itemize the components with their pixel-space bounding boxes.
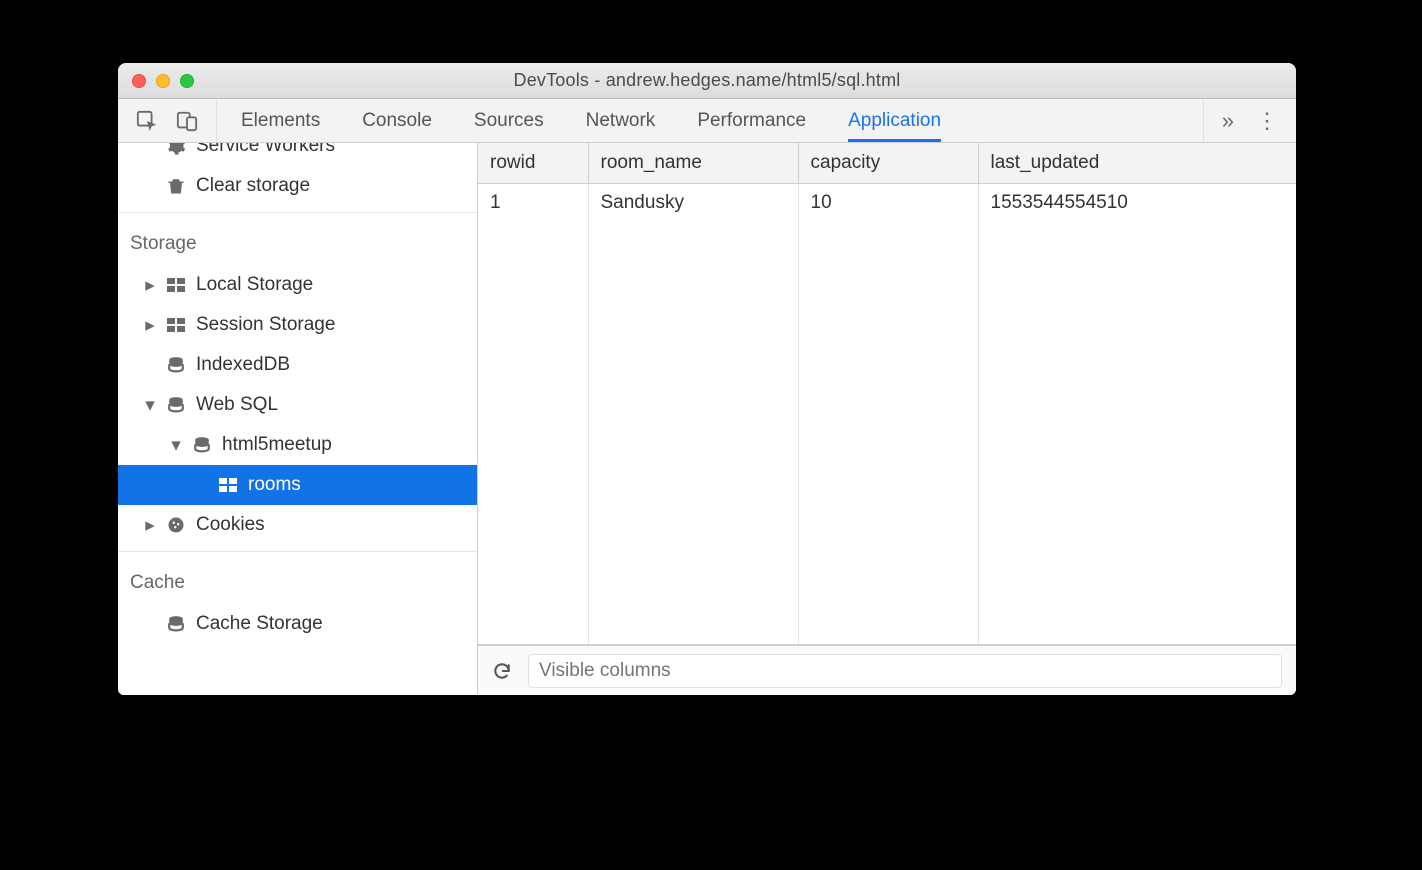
sidebar-item-label: Session Storage (196, 314, 335, 336)
minimize-window-button[interactable] (156, 74, 170, 88)
cell-last-updated: 1553544554510 (978, 183, 1296, 223)
grid-icon (164, 278, 188, 292)
data-table: rowid room_name capacity last_updated 1 … (478, 143, 1296, 645)
table-footer (478, 645, 1296, 695)
database-icon (190, 436, 214, 454)
table-row[interactable]: 1 Sandusky 10 1553544554510 (478, 183, 1296, 223)
chevron-right-icon: ▸ (142, 314, 158, 337)
sidebar-item-service-workers[interactable]: Service Workers (118, 143, 477, 166)
chevron-down-icon: ▾ (168, 434, 184, 457)
table-header-row: rowid room_name capacity last_updated (478, 143, 1296, 183)
section-label: Storage (130, 233, 197, 255)
sidebar-item-cookies[interactable]: ▸ Cookies (118, 505, 477, 545)
window-controls (118, 74, 194, 88)
column-header-room-name[interactable]: room_name (588, 143, 798, 183)
tab-network[interactable]: Network (586, 99, 656, 142)
panel-tabs: Elements Console Sources Network Performance… (217, 99, 1203, 142)
tab-label: Network (586, 110, 656, 132)
database-icon (164, 396, 188, 414)
tab-application[interactable]: Application (848, 99, 941, 142)
tab-elements[interactable]: Elements (241, 99, 320, 142)
tab-label: Elements (241, 110, 320, 132)
database-icon (164, 615, 188, 633)
sidebar-item-label: html5meetup (222, 434, 332, 456)
cell-room-name: Sandusky (588, 183, 798, 223)
cell-capacity: 10 (798, 183, 978, 223)
trash-icon (164, 176, 188, 196)
reload-button[interactable] (492, 661, 512, 681)
more-tabs-button[interactable]: » (1222, 108, 1234, 134)
sidebar-section-storage: Storage (118, 223, 477, 265)
gear-icon (164, 143, 188, 156)
cookie-icon (164, 516, 188, 534)
tab-performance[interactable]: Performance (697, 99, 806, 142)
titlebar: DevTools - andrew.hedges.name/html5/sql.… (118, 63, 1296, 99)
section-label: Cache (130, 572, 185, 594)
column-header-last-updated[interactable]: last_updated (978, 143, 1296, 183)
grid-icon (164, 318, 188, 332)
tab-label: Sources (474, 110, 544, 132)
device-mode-icon[interactable] (176, 110, 198, 132)
sidebar-item-label: Local Storage (196, 274, 313, 296)
table-empty-space (478, 223, 1296, 645)
close-window-button[interactable] (132, 74, 146, 88)
devtools-window: DevTools - andrew.hedges.name/html5/sql.… (118, 63, 1296, 695)
sidebar-item-websql-table[interactable]: rooms (118, 465, 477, 505)
sidebar-section-cache: Cache (118, 562, 477, 604)
chevron-down-icon: ▾ (142, 394, 158, 417)
chevron-right-icon: ▸ (142, 274, 158, 297)
sidebar-item-label: Clear storage (196, 175, 310, 197)
sidebar-item-websql[interactable]: ▾ Web SQL (118, 385, 477, 425)
database-icon (164, 356, 188, 374)
sidebar-item-session-storage[interactable]: ▸ Session Storage (118, 305, 477, 345)
sidebar-item-websql-db[interactable]: ▾ html5meetup (118, 425, 477, 465)
grid-icon (216, 478, 240, 492)
sidebar-item-clear-storage[interactable]: Clear storage (118, 166, 477, 206)
sidebar-item-label: IndexedDB (196, 354, 290, 376)
tab-sources[interactable]: Sources (474, 99, 544, 142)
tab-console[interactable]: Console (362, 99, 432, 142)
tab-label: Performance (697, 110, 806, 132)
column-header-rowid[interactable]: rowid (478, 143, 588, 183)
sidebar-item-label: Cookies (196, 514, 265, 536)
sidebar-item-indexeddb[interactable]: IndexedDB (118, 345, 477, 385)
inspect-element-icon[interactable] (136, 110, 158, 132)
table-view: rowid room_name capacity last_updated 1 … (478, 143, 1296, 695)
sidebar-item-cache-storage[interactable]: Cache Storage (118, 604, 477, 644)
devtools-menu-button[interactable]: ⋮ (1256, 108, 1278, 134)
sidebar-item-label: Web SQL (196, 394, 278, 416)
sidebar-item-label: Cache Storage (196, 613, 323, 635)
tab-label: Application (848, 110, 941, 132)
sidebar-item-local-storage[interactable]: ▸ Local Storage (118, 265, 477, 305)
sidebar-item-label: rooms (248, 474, 301, 496)
visible-columns-input[interactable] (528, 654, 1282, 688)
tab-label: Console (362, 110, 432, 132)
application-sidebar: Service Workers Clear storage Storage ▸ (118, 143, 478, 695)
panels-tabbar: Elements Console Sources Network Performance… (118, 99, 1296, 143)
panel-body: Service Workers Clear storage Storage ▸ (118, 143, 1296, 695)
window-title: DevTools - andrew.hedges.name/html5/sql.… (118, 70, 1296, 91)
zoom-window-button[interactable] (180, 74, 194, 88)
clipped-area: Service Workers (118, 143, 477, 166)
cell-rowid: 1 (478, 183, 588, 223)
inspect-controls (118, 99, 217, 142)
column-header-capacity[interactable]: capacity (798, 143, 978, 183)
chevron-right-icon: ▸ (142, 514, 158, 537)
sidebar-item-label: Service Workers (196, 143, 335, 157)
